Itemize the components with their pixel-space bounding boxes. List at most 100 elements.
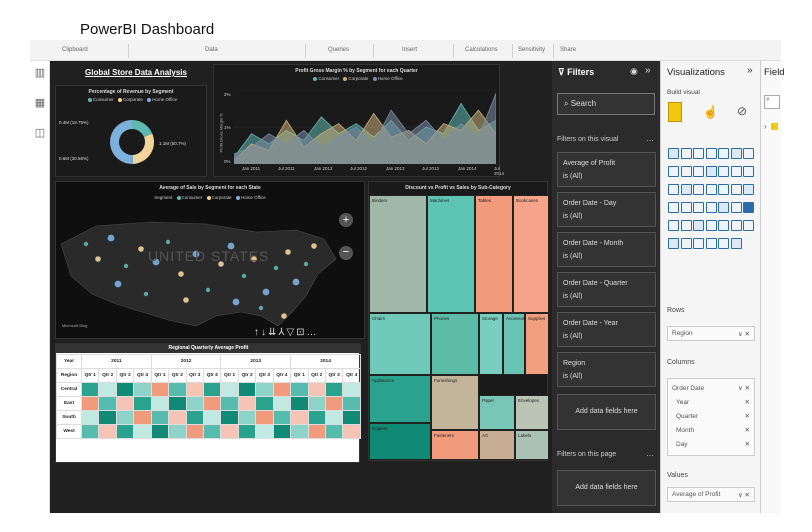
- visual-type-icon[interactable]: [668, 238, 679, 249]
- map-bubble[interactable]: [281, 313, 287, 319]
- visual-type-icon[interactable]: [693, 166, 704, 177]
- map-bubble[interactable]: [273, 265, 279, 271]
- visual-type-icon[interactable]: [680, 148, 692, 159]
- visual-type-icon[interactable]: [730, 148, 742, 159]
- table-row[interactable]: West: [55, 424, 361, 439]
- visibility-eye-icon[interactable]: ◉: [630, 66, 638, 77]
- add-data-fields-visual[interactable]: Add data fields here: [557, 394, 656, 430]
- visual-type-icon[interactable]: [718, 148, 729, 159]
- visual-type-icon[interactable]: [718, 238, 729, 249]
- visual-type-icon[interactable]: [680, 202, 692, 213]
- map-bubble[interactable]: [205, 287, 211, 293]
- map-bubble[interactable]: [285, 249, 291, 255]
- analytics-tab[interactable]: ⊘: [737, 104, 747, 118]
- map-bubble[interactable]: [292, 278, 300, 286]
- treemap-cell-art[interactable]: Art: [479, 430, 515, 460]
- visual-type-icon[interactable]: [705, 184, 717, 195]
- ribbon-group-calculations[interactable]: Calculations: [465, 47, 498, 53]
- map-bubble[interactable]: [262, 288, 270, 296]
- map-bubble[interactable]: [165, 239, 171, 245]
- field-remove-icon[interactable]: ∨ ✕: [738, 330, 750, 338]
- filters-search-input[interactable]: ⌕ Search: [557, 93, 655, 115]
- visual-type-icon[interactable]: [730, 184, 742, 195]
- visual-type-icon[interactable]: [693, 148, 704, 159]
- treemap-cell-machines[interactable]: Machines: [427, 195, 475, 313]
- field-remove-icon[interactable]: ✕: [745, 410, 750, 424]
- visual-type-icon[interactable]: [705, 202, 717, 213]
- visual-type-icon[interactable]: [668, 148, 679, 159]
- treemap-cell-fasteners[interactable]: Fasteners: [431, 430, 479, 460]
- zoom-in-button[interactable]: +: [339, 213, 353, 227]
- add-data-fields-page[interactable]: Add data fields here: [557, 470, 656, 506]
- fields-pane-collapsed[interactable]: Field ⌕ ›: [760, 61, 785, 513]
- visual-type-icon[interactable]: [680, 184, 692, 195]
- visual-type-icon[interactable]: [718, 166, 729, 177]
- values-field[interactable]: Average of Profit ∨ ✕: [667, 487, 755, 502]
- visual-toolbar[interactable]: ↑↓⇊⅄▽⊡…: [254, 327, 319, 338]
- filter-card-order-date-month[interactable]: Order Date - Month is (All): [557, 232, 656, 267]
- more-options-icon[interactable]: …: [646, 134, 654, 143]
- table-row[interactable]: Central: [55, 382, 361, 397]
- treemap-cell-storage[interactable]: Storage: [479, 313, 503, 375]
- report-view-icon[interactable]: ▥: [34, 67, 46, 79]
- filter-card-order-date-day[interactable]: Order Date - Day is (All): [557, 192, 656, 227]
- treemap-cell-accessories[interactable]: Accessories: [503, 313, 530, 375]
- visual-type-icon[interactable]: [743, 220, 754, 231]
- visual-type-icon[interactable]: [705, 220, 717, 231]
- visual-type-icon[interactable]: [693, 238, 704, 249]
- ribbon-group-share[interactable]: Share: [560, 47, 576, 53]
- visual-type-icon[interactable]: [743, 148, 754, 159]
- visual-type-icon[interactable]: [693, 184, 704, 195]
- format-visual-tab[interactable]: ☝: [703, 105, 718, 119]
- collapse-filters-icon[interactable]: »: [645, 65, 651, 76]
- map-bubble[interactable]: [83, 241, 89, 247]
- collapse-viz-icon[interactable]: »: [747, 65, 753, 76]
- treemap-card[interactable]: Discount vs Profit vs Sales by Sub-Categ…: [368, 181, 549, 461]
- visual-type-icon[interactable]: [680, 220, 692, 231]
- treemap-cell-binders[interactable]: Binders: [369, 195, 427, 313]
- ribbon-group-insert[interactable]: Insert: [402, 47, 417, 53]
- fields-search-icon[interactable]: ⌕: [764, 95, 780, 109]
- rows-field[interactable]: Region ∨ ✕: [667, 326, 755, 341]
- visual-type-icon[interactable]: [705, 166, 717, 177]
- ribbon-group-sensitivity[interactable]: Sensitivity: [518, 47, 545, 53]
- visual-type-icon[interactable]: [743, 202, 754, 213]
- treemap-cell-labels[interactable]: Labels: [515, 430, 549, 460]
- area-chart-card[interactable]: Profit Gross Margin % by Segment for eac…: [213, 64, 504, 177]
- visual-type-icon[interactable]: [680, 166, 692, 177]
- map-bubble[interactable]: [143, 291, 149, 297]
- visual-type-icon[interactable]: [743, 184, 754, 195]
- field-remove-icon[interactable]: ∨ ✕: [738, 382, 750, 396]
- fields-expand-icon[interactable]: ›: [764, 122, 767, 131]
- donut-slice-consumer[interactable]: [132, 120, 153, 138]
- field-remove-icon[interactable]: ✕: [745, 424, 750, 438]
- treemap-cell-paper[interactable]: Paper: [479, 395, 515, 430]
- columns-field[interactable]: Order Date ∨ ✕ Year ✕ Quarter ✕ Month ✕ Day ✕: [667, 378, 755, 456]
- map-bubble[interactable]: [303, 261, 309, 267]
- map-bubble[interactable]: [138, 246, 144, 252]
- more-options-icon[interactable]: …: [646, 449, 654, 458]
- map-bubble[interactable]: [311, 243, 317, 249]
- ribbon-group-queries[interactable]: Queries: [328, 47, 349, 53]
- treemap-cell-copiers[interactable]: Copiers: [369, 423, 431, 460]
- zoom-out-button[interactable]: −: [339, 246, 353, 260]
- visual-type-icon[interactable]: [730, 202, 742, 213]
- field-remove-icon[interactable]: ✕: [745, 396, 750, 410]
- treemap-cell-appliances[interactable]: Appliances: [369, 375, 431, 423]
- visual-type-icon[interactable]: [730, 238, 742, 249]
- visual-type-icon[interactable]: [718, 220, 729, 231]
- map-card[interactable]: Average of Sale by Segment for each Stat…: [55, 181, 365, 339]
- map-bubble[interactable]: [241, 273, 247, 279]
- treemap-cell-envelopes[interactable]: Envelopes: [515, 395, 549, 430]
- table-row[interactable]: South: [55, 410, 361, 425]
- filter-card-average-profit[interactable]: Average of Profit is (All): [557, 152, 656, 187]
- treemap-cell-chairs[interactable]: Chairs: [369, 313, 431, 375]
- visual-type-icon[interactable]: [693, 202, 704, 213]
- map-bubble[interactable]: [183, 297, 189, 303]
- filter-card-order-date-quarter[interactable]: Order Date - Quarter is (All): [557, 272, 656, 307]
- visual-type-icon[interactable]: [668, 202, 679, 213]
- visual-type-icon[interactable]: [668, 184, 679, 195]
- visual-type-icon[interactable]: [668, 166, 679, 177]
- field-remove-icon[interactable]: ∨ ✕: [738, 491, 750, 499]
- matrix-card[interactable]: Regional Quarterly Average Profit Year 20…: [55, 343, 361, 463]
